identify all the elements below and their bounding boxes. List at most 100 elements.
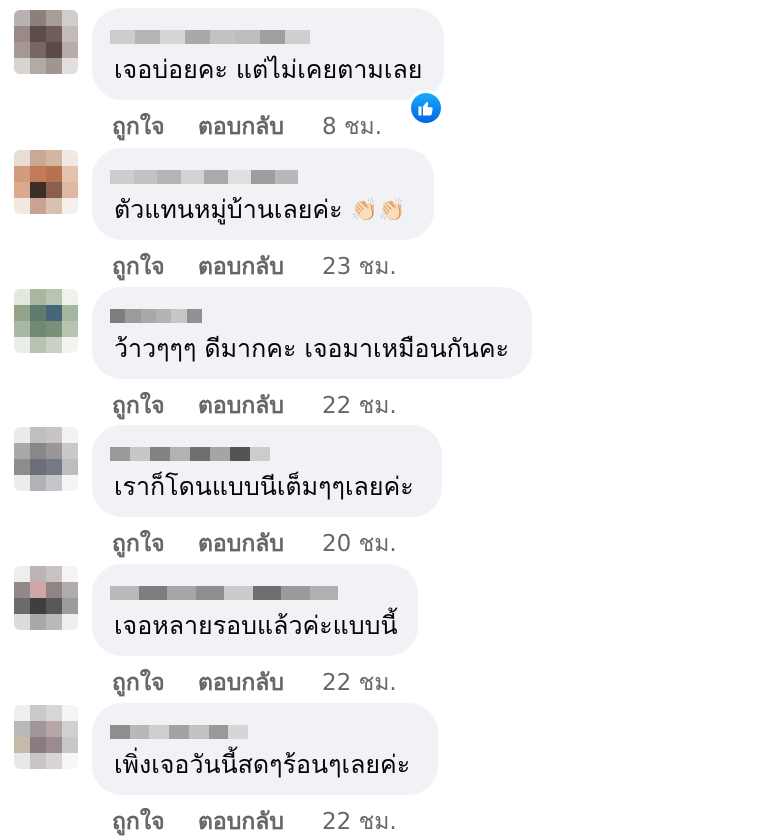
avatar[interactable]	[14, 566, 78, 630]
name-pixel	[110, 170, 134, 184]
avatar-pixel	[62, 182, 78, 198]
name-pixel	[125, 309, 141, 323]
avatar-pixel	[14, 598, 30, 614]
commenter-name-blurred[interactable]	[110, 307, 202, 325]
avatar-pixel	[46, 58, 62, 74]
avatar-pixel	[62, 166, 78, 182]
comment-timestamp[interactable]: 8 ชม.	[322, 112, 382, 142]
comment-timestamp[interactable]: 22 ชม.	[322, 668, 397, 698]
like-button[interactable]: ถูกใจ	[112, 529, 198, 559]
avatar-pixel	[62, 705, 78, 721]
name-pixel	[210, 447, 230, 461]
comment-text-content: เราก็โดนแบบนีเต็มๆๆเลยค่ะ	[114, 472, 414, 501]
avatar[interactable]	[14, 705, 78, 769]
reply-button[interactable]: ตอบกลับ	[198, 668, 322, 698]
avatar-pixel	[46, 26, 62, 42]
name-pixel	[274, 170, 298, 184]
avatar-pixel	[46, 10, 62, 26]
avatar-pixel	[14, 42, 30, 58]
name-pixel	[160, 30, 185, 44]
comment-timestamp[interactable]: 22 ชม.	[322, 807, 397, 837]
avatar-pixel	[14, 566, 30, 582]
commenter-name-blurred[interactable]	[110, 168, 298, 186]
comment-actions: ถูกใจ ตอบกลับ 23 ชม.	[112, 252, 397, 282]
avatar-pixel	[46, 305, 62, 321]
avatar-pixel	[14, 166, 30, 182]
comment-timestamp[interactable]: 22 ชม.	[322, 391, 397, 421]
avatar-pixel	[30, 737, 46, 753]
name-pixel	[171, 309, 187, 323]
avatar-pixel	[62, 737, 78, 753]
comment-actions: ถูกใจ ตอบกลับ 22 ชม.	[112, 391, 397, 421]
avatar-pixel	[46, 582, 62, 598]
comment-text-content: ว้าวๆๆๆ ดีมากคะ เจอมาเหมือนกันคะ	[114, 334, 510, 363]
avatar-pixel	[62, 566, 78, 582]
avatar-pixel	[14, 753, 30, 769]
avatar-pixel	[62, 150, 78, 166]
avatar-pixel	[46, 166, 62, 182]
avatar-pixel	[14, 289, 30, 305]
avatar-pixel	[30, 182, 46, 198]
avatar-pixel	[62, 305, 78, 321]
reply-button[interactable]: ตอบกลับ	[198, 112, 322, 142]
commenter-name-blurred[interactable]	[110, 723, 248, 741]
avatar-pixel	[30, 753, 46, 769]
reply-button[interactable]: ตอบกลับ	[198, 252, 322, 282]
name-pixel	[133, 170, 157, 184]
like-button[interactable]: ถูกใจ	[112, 391, 198, 421]
reply-button[interactable]: ตอบกลับ	[198, 529, 322, 559]
avatar[interactable]	[14, 289, 78, 353]
commenter-name-blurred[interactable]	[110, 445, 270, 463]
avatar-pixel	[30, 289, 46, 305]
avatar-pixel	[62, 721, 78, 737]
avatar-pixel	[30, 58, 46, 74]
name-pixel	[252, 586, 281, 600]
avatar-pixel	[30, 10, 46, 26]
thumbs-up-icon	[411, 93, 441, 123]
comment-text-content: เพิ่งเจอวันนี้สดๆร้อนๆเลยค่ะ	[114, 750, 411, 779]
name-pixel	[285, 30, 310, 44]
avatar-pixel	[30, 475, 46, 491]
avatar-pixel	[14, 582, 30, 598]
avatar-pixel	[46, 721, 62, 737]
comment-bubble: ว้าวๆๆๆ ดีมากคะ เจอมาเหมือนกันคะ	[92, 287, 532, 379]
avatar-pixel	[46, 566, 62, 582]
comment-bubble: เพิ่งเจอวันนี้สดๆร้อนๆเลยค่ะ	[92, 703, 438, 795]
comment-timestamp[interactable]: 23 ชม.	[322, 252, 397, 282]
avatar-pixel	[62, 198, 78, 214]
comment-timestamp[interactable]: 20 ชม.	[322, 529, 397, 559]
name-pixel	[155, 309, 172, 323]
avatar[interactable]	[14, 10, 78, 74]
avatar-pixel	[46, 737, 62, 753]
avatar-pixel	[62, 10, 78, 26]
avatar-pixel	[14, 26, 30, 42]
avatar-pixel	[14, 182, 30, 198]
avatar-pixel	[14, 459, 30, 475]
avatar-pixel	[30, 582, 46, 598]
avatar-pixel	[46, 182, 62, 198]
reply-button[interactable]: ตอบกลับ	[198, 391, 322, 421]
comment-actions: ถูกใจ ตอบกลับ 8 ชม.	[112, 112, 382, 142]
commenter-name-blurred[interactable]	[110, 28, 310, 46]
avatar[interactable]	[14, 150, 78, 214]
avatar-pixel	[30, 721, 46, 737]
commenter-name-blurred[interactable]	[110, 584, 338, 602]
avatar-pixel	[14, 337, 30, 353]
avatar[interactable]	[14, 427, 78, 491]
like-button[interactable]: ถูกใจ	[112, 112, 198, 142]
avatar-pixel	[14, 614, 30, 630]
comment-actions: ถูกใจ ตอบกลับ 20 ชม.	[112, 529, 397, 559]
avatar-pixel	[62, 443, 78, 459]
avatar-pixel	[14, 721, 30, 737]
avatar-pixel	[30, 459, 46, 475]
comment-actions: ถูกใจ ตอบกลับ 22 ชม.	[112, 807, 397, 837]
like-reaction-badge[interactable]	[408, 90, 444, 126]
name-pixel	[281, 586, 310, 600]
avatar-pixel	[30, 42, 46, 58]
like-button[interactable]: ถูกใจ	[112, 668, 198, 698]
avatar-pixel	[62, 289, 78, 305]
like-button[interactable]: ถูกใจ	[112, 807, 198, 837]
like-button[interactable]: ถูกใจ	[112, 252, 198, 282]
reply-button[interactable]: ตอบกลับ	[198, 807, 322, 837]
comment-actions: ถูกใจ ตอบกลับ 22 ชม.	[112, 668, 397, 698]
